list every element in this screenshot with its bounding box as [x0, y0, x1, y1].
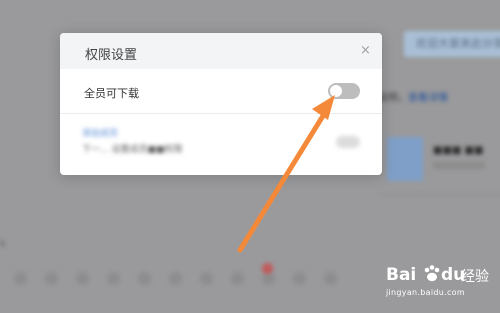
watermark-url: jingyan.baidu.com	[386, 288, 465, 297]
arrow-head	[312, 95, 335, 120]
watermark-brand-prefix: Bai	[386, 265, 417, 285]
arrow-shaft	[237, 108, 329, 253]
watermark-product: 经验	[461, 269, 489, 285]
paw-icon	[424, 265, 440, 282]
baidu-jingyan-watermark: Bai du 经验 jingyan.baidu.com	[386, 262, 498, 310]
